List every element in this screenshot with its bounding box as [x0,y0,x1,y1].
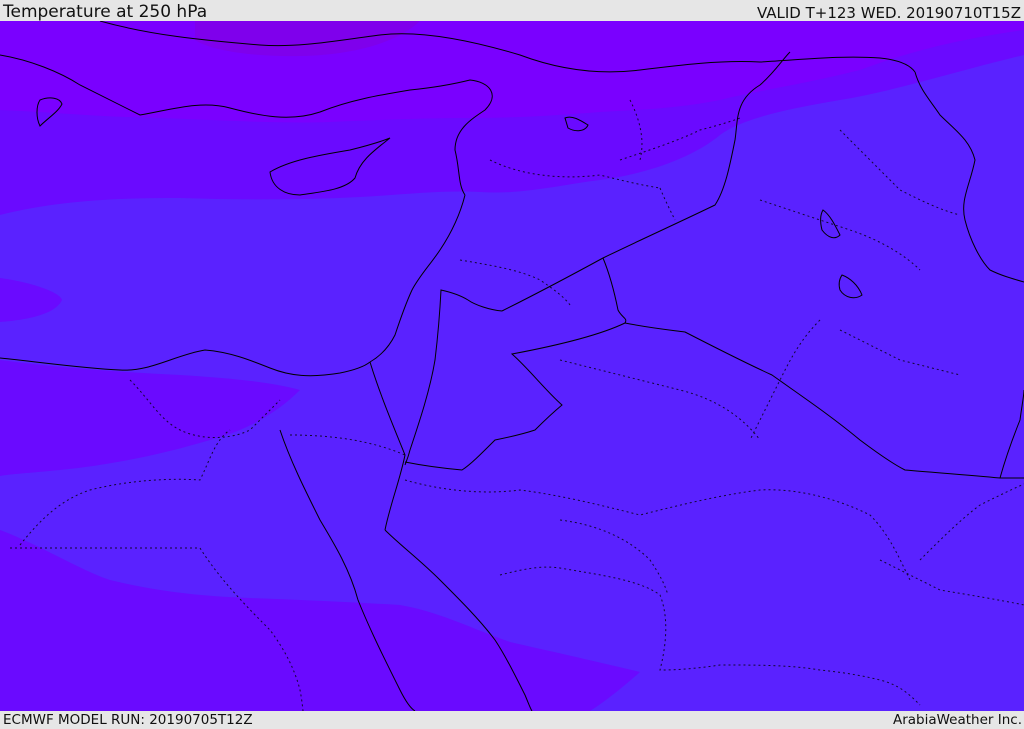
footer-bar: ECMWF MODEL RUN: 20190705T12Z ArabiaWeat… [0,711,1024,729]
model-run: ECMWF MODEL RUN: 20190705T12Z [3,712,253,728]
map-canvas [0,21,1024,711]
weather-map[interactable] [0,21,1024,711]
header-bar: Temperature at 250 hPa VALID T+123 WED. … [0,0,1024,22]
credit: ArabiaWeather Inc. [892,712,1022,728]
map-title: Temperature at 250 hPa [3,2,208,22]
